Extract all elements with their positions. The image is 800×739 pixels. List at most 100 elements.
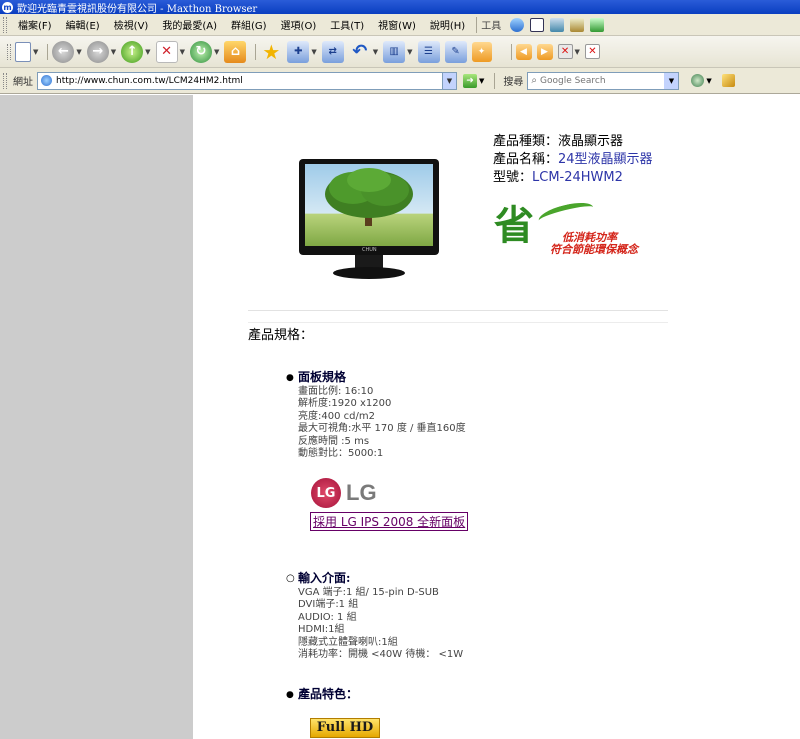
search-engine-icon[interactable] (691, 74, 705, 87)
next-tab-button[interactable]: ▶ (536, 43, 553, 60)
new-page-button[interactable]: ▼ (15, 41, 38, 62)
chevron-down-icon[interactable]: ▼ (373, 48, 378, 56)
spec-line: 最大可視角:水平 170 度 / 垂直160度 (298, 423, 466, 434)
edit-button[interactable]: ✎ (444, 40, 467, 63)
eco-char: 省 (494, 202, 534, 249)
groups-icon: ✚ (287, 40, 310, 63)
plugin-icon[interactable] (590, 17, 605, 32)
lg-logo-text: LG (346, 480, 377, 505)
category-label: 產品種類： (493, 134, 559, 149)
search-dropdown-button[interactable]: ▼ (664, 72, 679, 89)
window-icon[interactable] (530, 17, 545, 32)
url-input[interactable] (56, 75, 416, 86)
prev-tab-icon: ◀ (515, 43, 532, 60)
spec-line: VGA 端子:1 組/ 15-pin D-SUB (298, 586, 439, 598)
product-model-row: 型號：LCM-24HWM2 (493, 169, 653, 187)
back-arrow-icon: ← (52, 40, 75, 63)
star-icon: ★ (262, 39, 281, 64)
toolbar-grip[interactable] (3, 72, 7, 89)
features-title: 產品特色： (298, 687, 359, 701)
up-arrow-icon: ↑ (121, 40, 144, 63)
up-button[interactable]: ↑ ▼ (121, 40, 151, 63)
prev-tab-button[interactable]: ◀ (515, 43, 532, 60)
io-spec-block: ○ 輸入介面: VGA 端子:1 組/ 15-pin D-SUB DVI端子:1… (286, 572, 463, 662)
go-button[interactable]: ➜ (463, 73, 477, 88)
chevron-down-icon[interactable]: ▼ (76, 48, 81, 56)
divider (248, 322, 668, 323)
bin-icon[interactable] (570, 17, 585, 32)
menu-window[interactable]: 視窗(W) (371, 17, 423, 32)
menu-tools[interactable]: 工具(T) (323, 17, 371, 32)
favorites-button[interactable]: ★ (260, 39, 282, 64)
chevron-down-icon[interactable]: ▼ (180, 48, 185, 56)
chevron-down-icon[interactable]: ▼ (214, 48, 219, 56)
bullet: ● (286, 373, 294, 383)
refresh-button[interactable]: ↻ ▼ (189, 40, 219, 63)
undo-icon: ↶ (352, 41, 368, 62)
spec-line: DVI端子:1 組 (298, 599, 359, 610)
close-tab-button[interactable]: ✕ (584, 44, 600, 59)
menu-groups[interactable]: 群組(G) (224, 17, 274, 32)
fit-button[interactable]: ⇄ (321, 40, 344, 63)
left-margin (0, 95, 193, 739)
address-bar: 網址 ▼ ➜ ▼ 搜尋 ⌕ ▼ ▼ (0, 68, 800, 94)
toolbar-grip[interactable] (7, 43, 11, 60)
forward-button[interactable]: → ▼ (86, 40, 116, 63)
toolbar-grip[interactable] (3, 16, 7, 33)
chevron-down-icon[interactable]: ▼ (111, 48, 116, 56)
chevron-down-icon[interactable]: ▼ (479, 77, 484, 85)
toolbar-separator (47, 43, 49, 60)
spec-line: AUDIO: 1 組 (298, 611, 357, 623)
list-button[interactable]: ☰ (417, 40, 440, 63)
spec-line: 動態對比：5000:1 (298, 448, 384, 459)
menu-file[interactable]: 檔案(F) (11, 17, 59, 32)
page-content: CHUN 產品種類：液晶顯示器 產品名稱：24型液晶顯示器 型號：LCM-24H… (193, 95, 800, 739)
name-label: 產品名稱： (493, 152, 559, 167)
highlight-pen-icon[interactable] (721, 74, 735, 87)
menu-favorites[interactable]: 我的最愛(A) (155, 17, 224, 32)
plugin-button[interactable]: ✦ (471, 41, 492, 62)
chevron-down-icon[interactable]: ▼ (706, 77, 711, 85)
home-icon: ⌂ (224, 40, 247, 63)
search-input[interactable] (540, 75, 655, 86)
undo-button[interactable]: ↶ ▼ (349, 41, 378, 63)
lg-ips-link[interactable]: 採用 LG IPS 2008 全新面板 (310, 512, 469, 531)
spec-line: 隱藏式立體聲喇叭:1組 (298, 636, 398, 648)
menu-edit[interactable]: 編輯(E) (59, 17, 107, 32)
url-dropdown-button[interactable]: ▼ (442, 72, 456, 89)
window-title: 歡迎光臨青雲視訊股份有限公司 - Maxthon Browser (17, 3, 258, 15)
search-field[interactable]: ⌕ ▼ (527, 71, 680, 90)
page-globe-icon (41, 75, 52, 86)
forward-arrow-icon: → (86, 40, 109, 63)
model-value: LCM-24HWM2 (532, 170, 623, 185)
chevron-down-icon[interactable]: ▼ (33, 48, 38, 56)
energy-saving-logo: 省 低消耗功率 符合節能環保概念 (494, 193, 654, 257)
chevron-down-icon[interactable]: ▼ (145, 48, 150, 56)
menu-options[interactable]: 選項(O) (274, 17, 324, 32)
lg-logo[interactable]: LG LG (311, 477, 391, 509)
menu-bar: 檔案(F) 編輯(E) 檢視(V) 我的最愛(A) 群組(G) 選項(O) 工具… (0, 14, 800, 36)
layout-button[interactable]: ▥ ▼ (383, 40, 413, 63)
close-tabs-menu-button[interactable]: ✕ ▼ (557, 44, 580, 59)
product-info: 產品種類：液晶顯示器 產品名稱：24型液晶顯示器 型號：LCM-24HWM2 (493, 133, 653, 187)
stop-button[interactable]: ✕ ▼ (155, 40, 185, 63)
next-tab-icon: ▶ (536, 43, 553, 60)
url-field[interactable]: ▼ (37, 71, 457, 90)
page-icon[interactable] (550, 17, 565, 32)
bulb-icon[interactable] (510, 17, 525, 32)
spec-line: 解析度:1920 x1200 (298, 398, 392, 409)
features-block: ● 產品特色： (286, 687, 359, 703)
menu-view[interactable]: 檢視(V) (107, 17, 156, 32)
browser-window: m 歡迎光臨青雲視訊股份有限公司 - Maxthon Browser 檔案(F)… (0, 0, 800, 739)
new-page-icon (15, 41, 31, 62)
groups-button[interactable]: ✚ ▼ (287, 40, 317, 63)
chevron-down-icon[interactable]: ▼ (311, 48, 316, 56)
home-button[interactable]: ⌂ (224, 40, 247, 63)
edit-icon: ✎ (444, 40, 467, 63)
menu-help[interactable]: 說明(H) (423, 17, 472, 32)
back-button[interactable]: ← ▼ (52, 40, 82, 63)
chevron-down-icon[interactable]: ▼ (575, 48, 580, 56)
name-value: 24型液晶顯示器 (558, 152, 653, 167)
product-name-row: 產品名稱：24型液晶顯示器 (493, 151, 653, 169)
chevron-down-icon[interactable]: ▼ (407, 48, 412, 56)
